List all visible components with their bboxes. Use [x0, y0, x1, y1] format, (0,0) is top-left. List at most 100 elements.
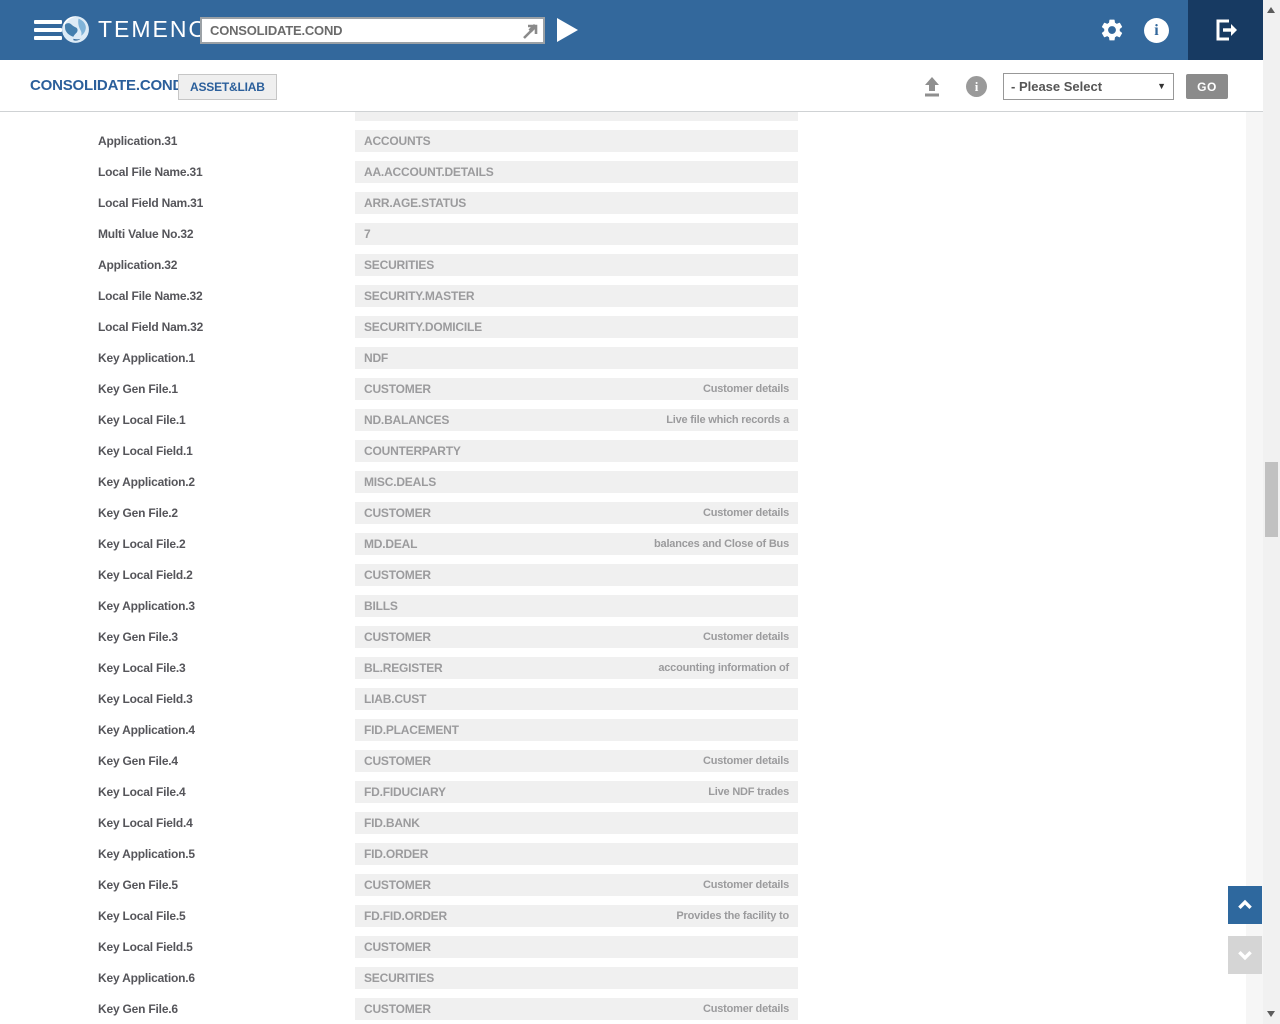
field-value-box[interactable]: SECURITY.MASTER [355, 285, 798, 307]
field-value-box[interactable]: FID.BANK [355, 812, 798, 834]
field-value: SECURITY.DOMICILE [364, 320, 482, 334]
field-row: Key Application.6 SECURITIES [0, 967, 1246, 998]
action-select-wrap: - Please Select ▼ [1003, 73, 1174, 100]
field-value-box[interactable]: CUSTOMER Customer details [355, 750, 798, 772]
field-value-box[interactable]: ND.BALANCES Live file which records a [355, 409, 798, 431]
run-command-icon[interactable] [557, 18, 578, 42]
field-label: Key Local File.4 [98, 785, 186, 799]
field-value: FID.PLACEMENT [364, 723, 459, 737]
field-label: Key Gen File.1 [98, 382, 178, 396]
field-label: Key Local File.2 [98, 537, 186, 551]
field-label: Local Field Nam.32 [98, 320, 204, 334]
field-value-box[interactable]: ARR.AGE.STATUS [355, 192, 798, 214]
upload-icon[interactable] [920, 75, 944, 99]
settings-gear-icon[interactable] [1099, 17, 1125, 43]
field-hint: Customer details [702, 383, 789, 395]
field-row: Key Gen File.6 CUSTOMER Customer details [0, 998, 1246, 1024]
field-value-box[interactable]: AA.ACCOUNT.DETAILS [355, 161, 798, 183]
field-value-box[interactable]: CUSTOMER [355, 936, 798, 958]
sign-out-icon [1216, 19, 1237, 41]
field-label: Key Local File.5 [98, 909, 186, 923]
field-value-box[interactable]: CUSTOMER [355, 564, 798, 586]
field-value-box[interactable]: ACCOUNTS [355, 130, 798, 152]
field-row: Key Application.2 MISC.DEALS [0, 471, 1246, 502]
field-value-box[interactable]: FID.PLACEMENT [355, 719, 798, 741]
field-label: Multi Value No.32 [98, 227, 194, 241]
field-value-box[interactable]: CUSTOMER Customer details [355, 502, 798, 524]
field-hint: Customer details [702, 755, 789, 767]
field-value-box[interactable]: FD.FIDUCIARY Live NDF trades [355, 781, 798, 803]
field-hint: Customer details [702, 1003, 789, 1015]
field-value: CUSTOMER [364, 506, 431, 520]
field-value-box[interactable]: CUSTOMER Customer details [355, 626, 798, 648]
field-row: Key Gen File.2 CUSTOMER Customer details [0, 502, 1246, 533]
scrollbar-up-arrow-icon[interactable] [1267, 7, 1275, 13]
command-search-input[interactable] [202, 19, 543, 42]
field-value-box[interactable]: FID.ORDER [355, 843, 798, 865]
field-row: Local Field Nam.31 ARR.AGE.STATUS [0, 192, 1246, 223]
field-row: Key Application.3 BILLS [0, 595, 1246, 626]
field-value-box[interactable]: SECURITY.DOMICILE [355, 316, 798, 338]
field-value-box[interactable]: FD.FID.ORDER Provides the facility to [355, 905, 798, 927]
open-in-window-icon[interactable] [522, 23, 538, 39]
field-label: Local File Name.31 [98, 165, 203, 179]
scrollbar-down-arrow-icon[interactable] [1267, 1011, 1275, 1017]
field-value: SECURITIES [364, 971, 435, 985]
field-rows: Application.31 ACCOUNTS Local File Name.… [0, 112, 1246, 1024]
field-row: Key Local Field.1 COUNTERPARTY [0, 440, 1246, 471]
field-label: Key Gen File.2 [98, 506, 178, 520]
field-value-box[interactable]: SECURITIES [355, 967, 798, 989]
field-row: Multi Value No.32 7 [0, 223, 1246, 254]
toolbar-info-icon[interactable]: i [966, 76, 987, 97]
hamburger-bar [34, 36, 62, 40]
field-value: FID.BANK [364, 816, 420, 830]
field-value: MD.DEAL [364, 537, 418, 551]
field-value: ACCOUNTS [364, 134, 431, 148]
header-info-icon[interactable]: i [1144, 18, 1169, 43]
field-hint: balances and Close of Bus [654, 538, 789, 550]
field-row: Key Local Field.3 LIAB.CUST [0, 688, 1246, 719]
field-value-box[interactable]: COUNTERPARTY [355, 440, 798, 462]
field-value: CUSTOMER [364, 382, 431, 396]
hamburger-menu-icon[interactable] [34, 20, 62, 40]
field-label: Application.32 [98, 258, 178, 272]
field-row [0, 112, 1246, 130]
field-value-box[interactable]: CUSTOMER Customer details [355, 874, 798, 896]
field-label: Key Local Field.3 [98, 692, 193, 706]
field-row: Key Gen File.3 CUSTOMER Customer details [0, 626, 1246, 657]
field-value-box[interactable]: CUSTOMER Customer details [355, 378, 798, 400]
field-hint: Customer details [702, 507, 789, 519]
field-value-box[interactable]: BL.REGISTER accounting information of [355, 657, 798, 679]
field-value-box[interactable]: MD.DEAL balances and Close of Bus [355, 533, 798, 555]
field-label: Key Application.1 [98, 351, 195, 365]
field-value-box[interactable]: 7 [355, 223, 798, 245]
field-value-box[interactable] [355, 112, 798, 121]
field-value-box[interactable]: MISC.DEALS [355, 471, 798, 493]
hamburger-bar [34, 20, 62, 24]
page-scrollbar[interactable] [1263, 0, 1280, 1024]
scroll-to-top-button[interactable] [1228, 886, 1262, 924]
field-value-box[interactable]: LIAB.CUST [355, 688, 798, 710]
field-row: Key Application.4 FID.PLACEMENT [0, 719, 1246, 750]
temenos-t24-app: TEMENOS i CONSOLIDATE.COND ASSET&LIAB [0, 0, 1280, 1024]
field-value: LIAB.CUST [364, 692, 427, 706]
action-select[interactable]: - Please Select [1003, 73, 1174, 100]
field-row: Key Gen File.5 CUSTOMER Customer details [0, 874, 1246, 905]
form-scroll-area: Application.31 ACCOUNTS Local File Name.… [0, 112, 1246, 1024]
scroll-down-button[interactable] [1228, 936, 1262, 974]
field-row: Key Local File.1 ND.BALANCES Live file w… [0, 409, 1246, 440]
field-hint: Live file which records a [666, 414, 789, 426]
field-value-box[interactable]: CUSTOMER Customer details [355, 998, 798, 1020]
field-value-box[interactable]: NDF [355, 347, 798, 369]
globe-icon [62, 16, 89, 43]
scrollbar-thumb[interactable] [1265, 462, 1278, 537]
field-value-box[interactable]: SECURITIES [355, 254, 798, 276]
sign-out-button[interactable] [1188, 0, 1263, 60]
field-row: Local File Name.31 AA.ACCOUNT.DETAILS [0, 161, 1246, 192]
record-id-badge: ASSET&LIAB [178, 74, 277, 100]
field-value-box[interactable]: BILLS [355, 595, 798, 617]
field-row: Application.32 SECURITIES [0, 254, 1246, 285]
field-hint: Live NDF trades [708, 786, 789, 798]
field-row: Key Local Field.4 FID.BANK [0, 812, 1246, 843]
go-button[interactable]: GO [1186, 74, 1228, 99]
